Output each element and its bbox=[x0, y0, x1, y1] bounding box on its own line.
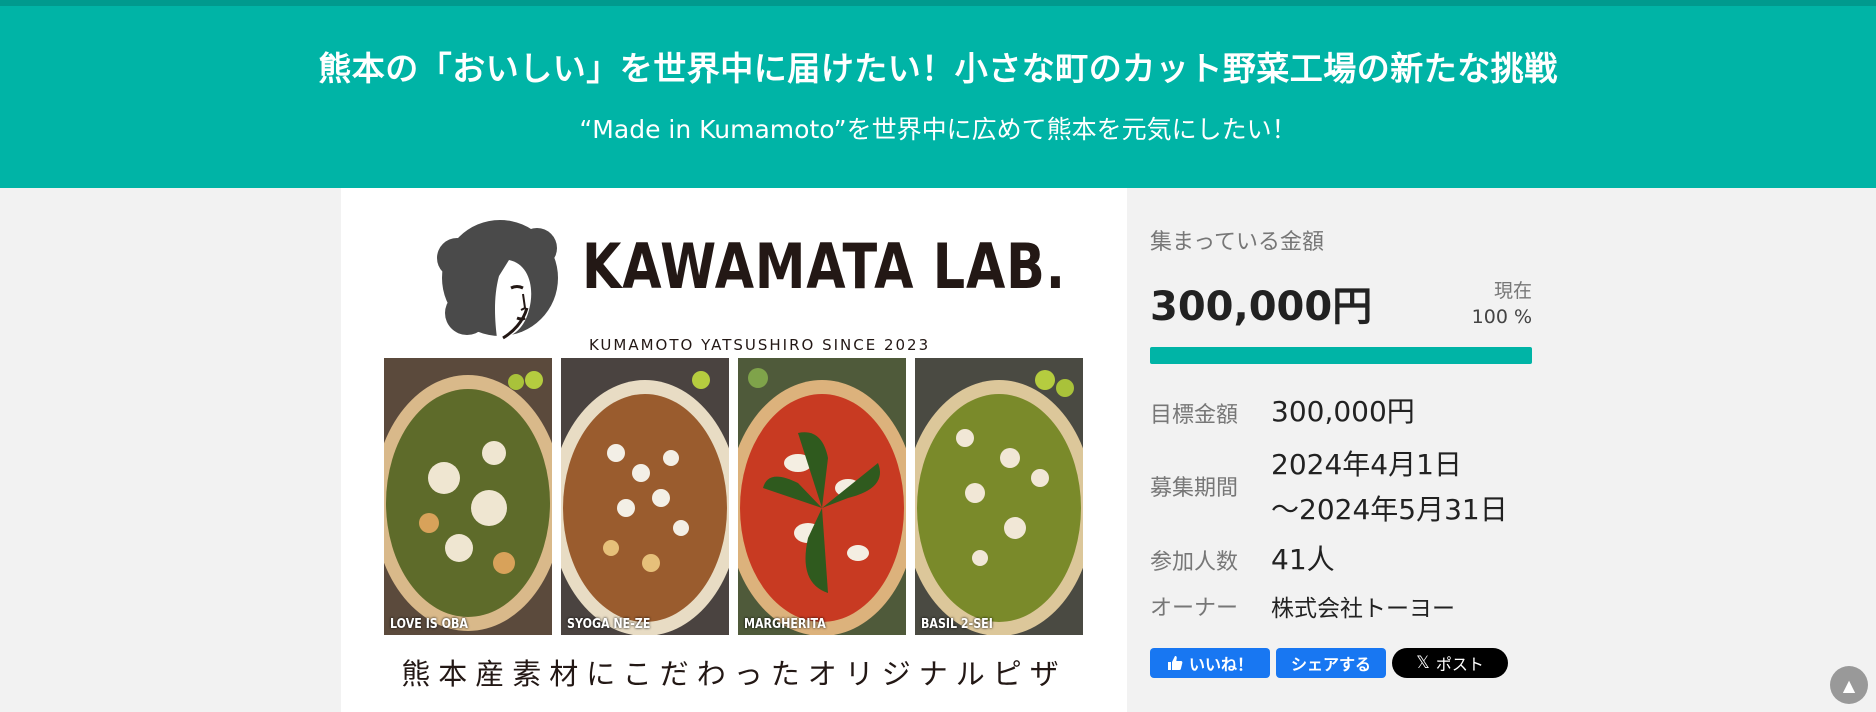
owner-name: 株式会社トーヨー bbox=[1271, 596, 1455, 622]
afro-portrait-logo bbox=[437, 220, 558, 340]
pizza-photo-basil-2-sei: BASIL 2-SEI bbox=[915, 358, 1083, 635]
page-header: 熊本の「おいしい」を世界中に届けたい！小さな町のカット野菜工場の新たな挑戦 “M… bbox=[0, 0, 1876, 188]
kawamata-lab-logo: KAWAMATA LAB. KUMAMOTO YATSUSHIRO SINCE … bbox=[437, 218, 1065, 354]
period-start: 2024年4月1日 bbox=[1271, 448, 1462, 481]
like-label: いいね！ bbox=[1188, 655, 1253, 674]
x-logo-icon: 𝕏 bbox=[1416, 653, 1430, 673]
project-subtitle: “Made in Kumamoto”を世界中に広めて熊本を元気にしたい！ bbox=[579, 115, 1297, 144]
goal-amount: 300,000円 bbox=[1271, 395, 1415, 428]
participants-label: 参加人数 bbox=[1150, 550, 1239, 575]
facebook-like-button[interactable]: いいね！ bbox=[1150, 648, 1270, 678]
progress-bar bbox=[1150, 347, 1532, 364]
pizza-photo-margherita: MARGHERITA bbox=[738, 358, 906, 635]
funding-panel: 集まっている金額 300,000円 現在 100 % 目標金額 300,000円… bbox=[1150, 188, 1532, 712]
pizza-name: SYOGA NE-ZE bbox=[567, 617, 651, 632]
participants-count: 41人 bbox=[1271, 543, 1335, 576]
facebook-share-button[interactable]: シェアする bbox=[1276, 648, 1386, 678]
logo-tagline: KUMAMOTO YATSUSHIRO SINCE 2023 bbox=[589, 336, 931, 354]
percent-achieved: 100 % bbox=[1471, 306, 1532, 328]
goal-label: 目標金額 bbox=[1150, 403, 1239, 428]
pizza-photo-row: LOVE IS OBA SYOGA NE-ZE MARGHERITA BASIL… bbox=[384, 358, 1084, 635]
image-caption: 熊本産素材にこだわったオリジナルピザ bbox=[401, 657, 1067, 691]
share-label: シェアする bbox=[1290, 655, 1371, 674]
project-title: 熊本の「おいしい」を世界中に届けたい！小さな町のカット野菜工場の新たな挑戦 bbox=[318, 49, 1558, 88]
current-label: 現在 bbox=[1493, 280, 1532, 302]
owner-label: オーナー bbox=[1150, 596, 1239, 621]
period-end: ～2024年5月31日 bbox=[1271, 493, 1508, 526]
collected-label: 集まっている金額 bbox=[1150, 230, 1325, 255]
logo-wordmark: KAWAMATA LAB. bbox=[582, 230, 1066, 303]
pizza-photo-syoga-ne-ze: SYOGA NE-ZE bbox=[561, 358, 729, 635]
period-label: 募集期間 bbox=[1150, 476, 1239, 501]
post-label: ポスト bbox=[1435, 655, 1484, 674]
pizza-name: MARGHERITA bbox=[744, 617, 826, 632]
scroll-to-top-button[interactable]: ▲ bbox=[1830, 666, 1868, 704]
up-arrow-icon: ▲ bbox=[1842, 675, 1856, 695]
project-main-image: KAWAMATA LAB. KUMAMOTO YATSUSHIRO SINCE … bbox=[341, 188, 1127, 712]
x-post-button[interactable]: 𝕏 ポスト bbox=[1392, 648, 1508, 678]
collected-amount: 300,000円 bbox=[1150, 284, 1373, 330]
pizza-name: LOVE IS OBA bbox=[390, 617, 468, 632]
thumbs-up-icon bbox=[1167, 656, 1183, 670]
pizza-name: BASIL 2-SEI bbox=[921, 617, 993, 632]
progress-bar-fill bbox=[1150, 347, 1532, 364]
pizza-photo-love-is-oba: LOVE IS OBA bbox=[384, 358, 552, 635]
